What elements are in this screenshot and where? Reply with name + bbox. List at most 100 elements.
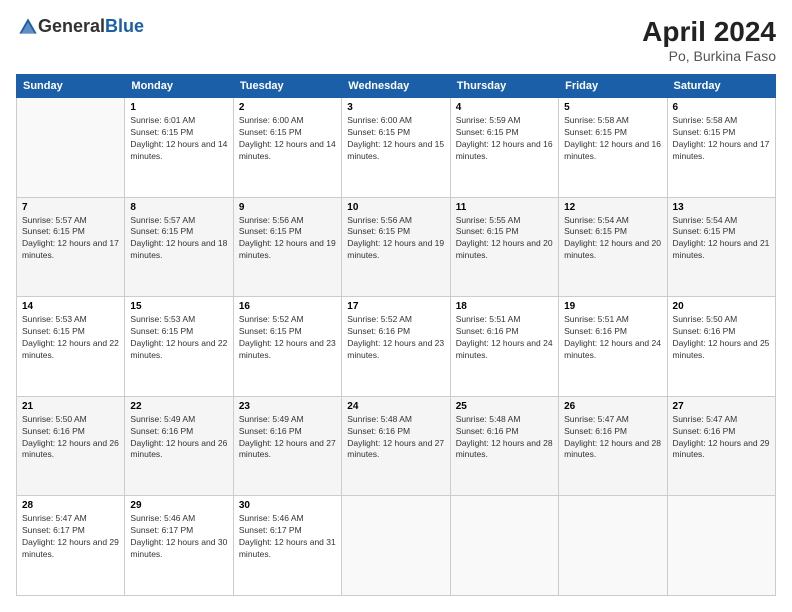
table-row: 10 Sunrise: 5:56 AMSunset: 6:15 PMDayligh…: [342, 197, 450, 297]
day-number: 15: [130, 301, 227, 312]
table-row: 25Sunrise: 5:48 AMSunset: 6:16 PMDayligh…: [450, 396, 558, 496]
day-info: Sunrise: 5:54 AMSunset: 6:15 PMDaylight:…: [673, 215, 770, 263]
table-row: 4 Sunrise: 5:59 AMSunset: 6:15 PMDaylight…: [450, 98, 558, 198]
header-friday: Friday: [559, 75, 667, 98]
table-row: 9 Sunrise: 5:56 AMSunset: 6:15 PMDaylight…: [233, 197, 341, 297]
calendar-week-row: 14 Sunrise: 5:53 AMSunset: 6:15 PMDayligh…: [17, 297, 776, 397]
day-info: Sunrise: 5:56 AMSunset: 6:15 PMDaylight:…: [347, 215, 444, 263]
table-row: 14 Sunrise: 5:53 AMSunset: 6:15 PMDayligh…: [17, 297, 125, 397]
day-info: Sunrise: 5:57 AMSunset: 6:15 PMDaylight:…: [130, 215, 227, 263]
day-number: 27: [673, 401, 770, 412]
table-row: 23Sunrise: 5:49 AMSunset: 6:16 PMDayligh…: [233, 396, 341, 496]
table-row: 19Sunrise: 5:51 AMSunset: 6:16 PMDayligh…: [559, 297, 667, 397]
logo: GeneralBlue: [16, 16, 144, 37]
table-row: 15 Sunrise: 5:53 AMSunset: 6:15 PMDayligh…: [125, 297, 233, 397]
table-row: [17, 98, 125, 198]
day-number: 3: [347, 102, 444, 113]
day-info: Sunrise: 5:57 AMSunset: 6:15 PMDaylight:…: [22, 215, 119, 263]
day-number: 6: [673, 102, 770, 113]
day-info: Sunrise: 5:46 AMSunset: 6:17 PMDaylight:…: [130, 513, 227, 561]
table-row: 20 Sunrise: 5:50 AMSunset: 6:16 PMDayligh…: [667, 297, 775, 397]
table-row: 26 Sunrise: 5:47 AMSunset: 6:16 PMDayligh…: [559, 396, 667, 496]
day-number: 26: [564, 401, 661, 412]
day-info: Sunrise: 5:47 AMSunset: 6:16 PMDaylight:…: [564, 414, 661, 462]
table-row: 6 Sunrise: 5:58 AMSunset: 6:15 PMDaylight…: [667, 98, 775, 198]
day-number: 18: [456, 301, 553, 312]
header: GeneralBlue April 2024 Po, Burkina Faso: [16, 16, 776, 64]
table-row: 3 Sunrise: 6:00 AMSunset: 6:15 PMDaylight…: [342, 98, 450, 198]
calendar-week-row: 21 Sunrise: 5:50 AMSunset: 6:16 PMDayligh…: [17, 396, 776, 496]
header-saturday: Saturday: [667, 75, 775, 98]
day-number: 17: [347, 301, 444, 312]
day-info: Sunrise: 5:53 AMSunset: 6:15 PMDaylight:…: [22, 314, 119, 362]
day-info: Sunrise: 5:49 AMSunset: 6:16 PMDaylight:…: [239, 414, 336, 462]
day-number: 9: [239, 202, 336, 213]
day-number: 13: [673, 202, 770, 213]
table-row: 18 Sunrise: 5:51 AMSunset: 6:16 PMDayligh…: [450, 297, 558, 397]
table-row: [450, 496, 558, 596]
day-number: 1: [130, 102, 227, 113]
day-info: Sunrise: 5:51 AMSunset: 6:16 PMDaylight:…: [456, 314, 553, 362]
table-row: [342, 496, 450, 596]
calendar-week-row: 1 Sunrise: 6:01 AMSunset: 6:15 PMDaylight…: [17, 98, 776, 198]
table-row: 27 Sunrise: 5:47 AMSunset: 6:16 PMDayligh…: [667, 396, 775, 496]
day-info: Sunrise: 5:47 AMSunset: 6:16 PMDaylight:…: [673, 414, 770, 462]
table-row: [667, 496, 775, 596]
table-row: 24 Sunrise: 5:48 AMSunset: 6:16 PMDayligh…: [342, 396, 450, 496]
table-row: 29 Sunrise: 5:46 AMSunset: 6:17 PMDayligh…: [125, 496, 233, 596]
table-row: 13 Sunrise: 5:54 AMSunset: 6:15 PMDayligh…: [667, 197, 775, 297]
header-thursday: Thursday: [450, 75, 558, 98]
table-row: 16 Sunrise: 5:52 AMSunset: 6:15 PMDayligh…: [233, 297, 341, 397]
calendar-table: Sunday Monday Tuesday Wednesday Thursday…: [16, 74, 776, 596]
day-number: 28: [22, 500, 119, 511]
day-number: 30: [239, 500, 336, 511]
day-number: 8: [130, 202, 227, 213]
table-row: 17 Sunrise: 5:52 AMSunset: 6:16 PMDayligh…: [342, 297, 450, 397]
location-title: Po, Burkina Faso: [642, 48, 776, 64]
table-row: 2Sunrise: 6:00 AMSunset: 6:15 PMDaylight…: [233, 98, 341, 198]
day-info: Sunrise: 5:58 AMSunset: 6:15 PMDaylight:…: [673, 115, 770, 163]
day-number: 14: [22, 301, 119, 312]
month-title: April 2024: [642, 16, 776, 48]
day-info: Sunrise: 5:52 AMSunset: 6:15 PMDaylight:…: [239, 314, 336, 362]
day-number: 20: [673, 301, 770, 312]
table-row: 11Sunrise: 5:55 AMSunset: 6:15 PMDayligh…: [450, 197, 558, 297]
day-info: Sunrise: 5:52 AMSunset: 6:16 PMDaylight:…: [347, 314, 444, 362]
day-info: Sunrise: 5:59 AMSunset: 6:15 PMDaylight:…: [456, 115, 553, 163]
day-info: Sunrise: 5:47 AMSunset: 6:17 PMDaylight:…: [22, 513, 119, 561]
day-number: 2: [239, 102, 336, 113]
table-row: 22Sunrise: 5:49 AMSunset: 6:16 PMDayligh…: [125, 396, 233, 496]
calendar-week-row: 7Sunrise: 5:57 AMSunset: 6:15 PMDaylight…: [17, 197, 776, 297]
table-row: [559, 496, 667, 596]
day-info: Sunrise: 5:50 AMSunset: 6:16 PMDaylight:…: [22, 414, 119, 462]
day-number: 12: [564, 202, 661, 213]
day-number: 19: [564, 301, 661, 312]
day-info: Sunrise: 6:00 AMSunset: 6:15 PMDaylight:…: [347, 115, 444, 163]
table-row: 5Sunrise: 5:58 AMSunset: 6:15 PMDaylight…: [559, 98, 667, 198]
day-info: Sunrise: 6:01 AMSunset: 6:15 PMDaylight:…: [130, 115, 227, 163]
header-wednesday: Wednesday: [342, 75, 450, 98]
header-tuesday: Tuesday: [233, 75, 341, 98]
day-number: 5: [564, 102, 661, 113]
table-row: 1 Sunrise: 6:01 AMSunset: 6:15 PMDaylight…: [125, 98, 233, 198]
title-block: April 2024 Po, Burkina Faso: [642, 16, 776, 64]
day-number: 10: [347, 202, 444, 213]
day-number: 29: [130, 500, 227, 511]
day-info: Sunrise: 5:48 AMSunset: 6:16 PMDaylight:…: [456, 414, 553, 462]
day-info: Sunrise: 5:54 AMSunset: 6:15 PMDaylight:…: [564, 215, 661, 263]
logo-icon: [18, 17, 38, 37]
page: GeneralBlue April 2024 Po, Burkina Faso …: [0, 0, 792, 612]
logo-blue: Blue: [105, 16, 144, 37]
day-info: Sunrise: 5:49 AMSunset: 6:16 PMDaylight:…: [130, 414, 227, 462]
day-info: Sunrise: 5:55 AMSunset: 6:15 PMDaylight:…: [456, 215, 553, 263]
day-number: 16: [239, 301, 336, 312]
day-number: 24: [347, 401, 444, 412]
day-info: Sunrise: 5:56 AMSunset: 6:15 PMDaylight:…: [239, 215, 336, 263]
day-number: 4: [456, 102, 553, 113]
day-info: Sunrise: 5:48 AMSunset: 6:16 PMDaylight:…: [347, 414, 444, 462]
table-row: 12 Sunrise: 5:54 AMSunset: 6:15 PMDayligh…: [559, 197, 667, 297]
day-info: Sunrise: 5:50 AMSunset: 6:16 PMDaylight:…: [673, 314, 770, 362]
logo-general: General: [38, 16, 105, 37]
day-number: 21: [22, 401, 119, 412]
day-info: Sunrise: 5:53 AMSunset: 6:15 PMDaylight:…: [130, 314, 227, 362]
